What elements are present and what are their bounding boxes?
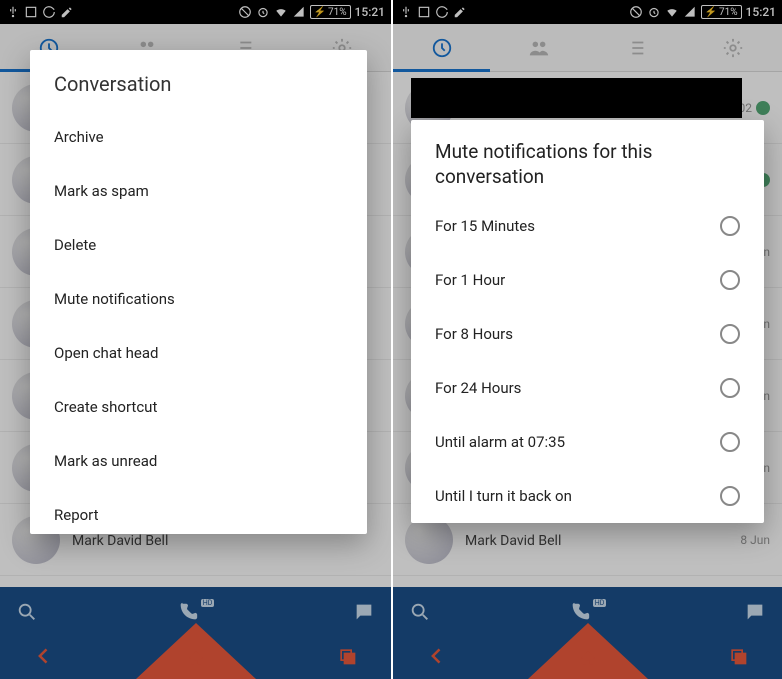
redaction-bar <box>411 78 742 118</box>
option-label: For 24 Hours <box>435 379 521 397</box>
option-label: Until alarm at 07:35 <box>435 433 565 451</box>
conversation-menu-dialog: Conversation Archive Mark as spam Delete… <box>30 50 367 534</box>
option-label: Until I turn it back on <box>435 487 572 505</box>
mute-option-until-back-on[interactable]: Until I turn it back on <box>411 469 764 523</box>
mute-option-1hour[interactable]: For 1 Hour <box>411 253 764 307</box>
menu-create-shortcut[interactable]: Create shortcut <box>30 380 367 434</box>
radio-icon <box>720 324 740 344</box>
menu-archive[interactable]: Archive <box>30 110 367 164</box>
dialog-title: Conversation <box>30 50 367 110</box>
mute-duration-dialog: Mute notifications for this conversation… <box>411 120 764 523</box>
menu-mute-notifications[interactable]: Mute notifications <box>30 272 367 326</box>
radio-icon <box>720 378 740 398</box>
option-label: For 8 Hours <box>435 325 513 343</box>
option-label: For 15 Minutes <box>435 217 535 235</box>
phone-left: ⚡71% 15:21 <box>0 0 391 679</box>
radio-icon <box>720 432 740 452</box>
radio-icon <box>720 270 740 290</box>
menu-delete[interactable]: Delete <box>30 218 367 272</box>
menu-mark-spam[interactable]: Mark as spam <box>30 164 367 218</box>
dialog-title: Mute notifications for this conversation <box>411 120 764 199</box>
radio-icon <box>720 216 740 236</box>
menu-mark-unread[interactable]: Mark as unread <box>30 434 367 488</box>
phone-right: ⚡71% 15:21 15:02 04 un un un un Ma <box>391 0 782 679</box>
mute-option-15min[interactable]: For 15 Minutes <box>411 199 764 253</box>
mute-option-8hours[interactable]: For 8 Hours <box>411 307 764 361</box>
mute-option-24hours[interactable]: For 24 Hours <box>411 361 764 415</box>
radio-icon <box>720 486 740 506</box>
menu-open-chat-head[interactable]: Open chat head <box>30 326 367 380</box>
menu-report[interactable]: Report <box>30 488 367 534</box>
mute-option-until-alarm[interactable]: Until alarm at 07:35 <box>411 415 764 469</box>
option-label: For 1 Hour <box>435 271 505 289</box>
